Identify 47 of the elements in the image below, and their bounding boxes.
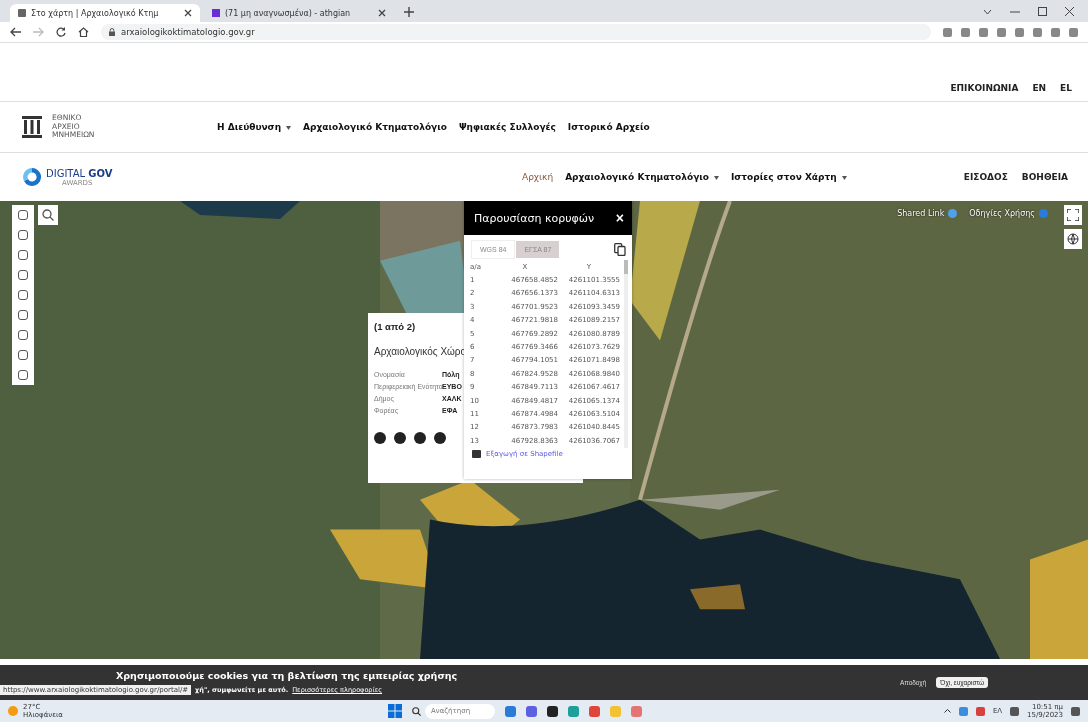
search-icon[interactable] [412, 706, 421, 716]
maximize-icon[interactable] [1038, 7, 1047, 16]
nav-link[interactable]: Ιστορίες στον Χάρτη [731, 172, 847, 182]
shared-link[interactable]: Shared Link [897, 209, 945, 218]
search-button[interactable] [38, 205, 58, 225]
lock-icon [109, 28, 115, 36]
nav-link[interactable]: Αρχαιολογικό Κτηματολόγιο [303, 122, 447, 132]
favicon-icon [212, 9, 220, 17]
contact-link[interactable]: ΕΠΙΚΟΙΝΩΝΙΑ [950, 83, 1019, 93]
close-icon[interactable] [184, 9, 192, 17]
chevron-icon[interactable] [983, 8, 992, 15]
language-link[interactable]: EN [1032, 83, 1047, 93]
nav-link[interactable]: Ψηφιακές Συλλογές [458, 122, 556, 132]
back-icon[interactable] [10, 27, 21, 37]
close-icon[interactable] [378, 9, 386, 17]
popup-counter: (1 από 2) [374, 321, 417, 332]
nav-link[interactable]: Ιστορικό Αρχείο [567, 122, 650, 132]
browser-tab[interactable]: Στο χάρτη | Αρχαιολογικό Κτημ [10, 4, 200, 22]
caret-icon [841, 175, 847, 180]
new-tab-icon[interactable] [404, 7, 414, 17]
reload-icon[interactable] [56, 27, 66, 37]
address-bar[interactable]: arxaiologikoktimatologio.gov.gr [101, 24, 931, 40]
chevron-icon[interactable] [943, 709, 951, 713]
app-icon[interactable] [975, 706, 985, 716]
column-building-icon [22, 116, 42, 138]
globe-button[interactable] [1064, 229, 1082, 249]
close-icon[interactable] [1065, 7, 1074, 16]
digital-gov-logo-text: DIGITAL GOV [46, 167, 113, 179]
copy-icon[interactable] [614, 243, 626, 256]
digital-gov-logo-icon [22, 167, 42, 187]
caret-icon [286, 125, 292, 130]
caret-icon [714, 175, 719, 180]
fullscreen-button[interactable] [1064, 205, 1082, 225]
cookie-title: Χρησιμοποιούμε cookies για τη βελτίωση της εμπειρίας χρήσης [115, 670, 459, 681]
panel-title: Παρουσίαση κορυφών [474, 211, 595, 225]
nav-link[interactable]: Η Διεύθυνση [217, 122, 292, 132]
nav-link[interactable]: Αρχική [522, 172, 554, 182]
login-link[interactable]: ΕΙΣΟΔΟΣ [963, 172, 1008, 182]
help-link[interactable]: ΒΟΗΘΕΙΑ [1021, 172, 1068, 182]
close-button[interactable]: × [615, 210, 624, 226]
browser-tab[interactable]: (71 μη αναγνωσμένα) - athgian [204, 4, 394, 22]
favicon-icon [18, 9, 26, 17]
user-guide-link[interactable]: Οδηγίες Χρήσης [969, 209, 1035, 218]
app-icon[interactable] [505, 705, 516, 717]
file-icon [472, 450, 481, 458]
language-link[interactable]: EL [1060, 83, 1072, 93]
nav-link[interactable]: Αρχαιολογικό Κτηματολόγιο [565, 172, 719, 182]
